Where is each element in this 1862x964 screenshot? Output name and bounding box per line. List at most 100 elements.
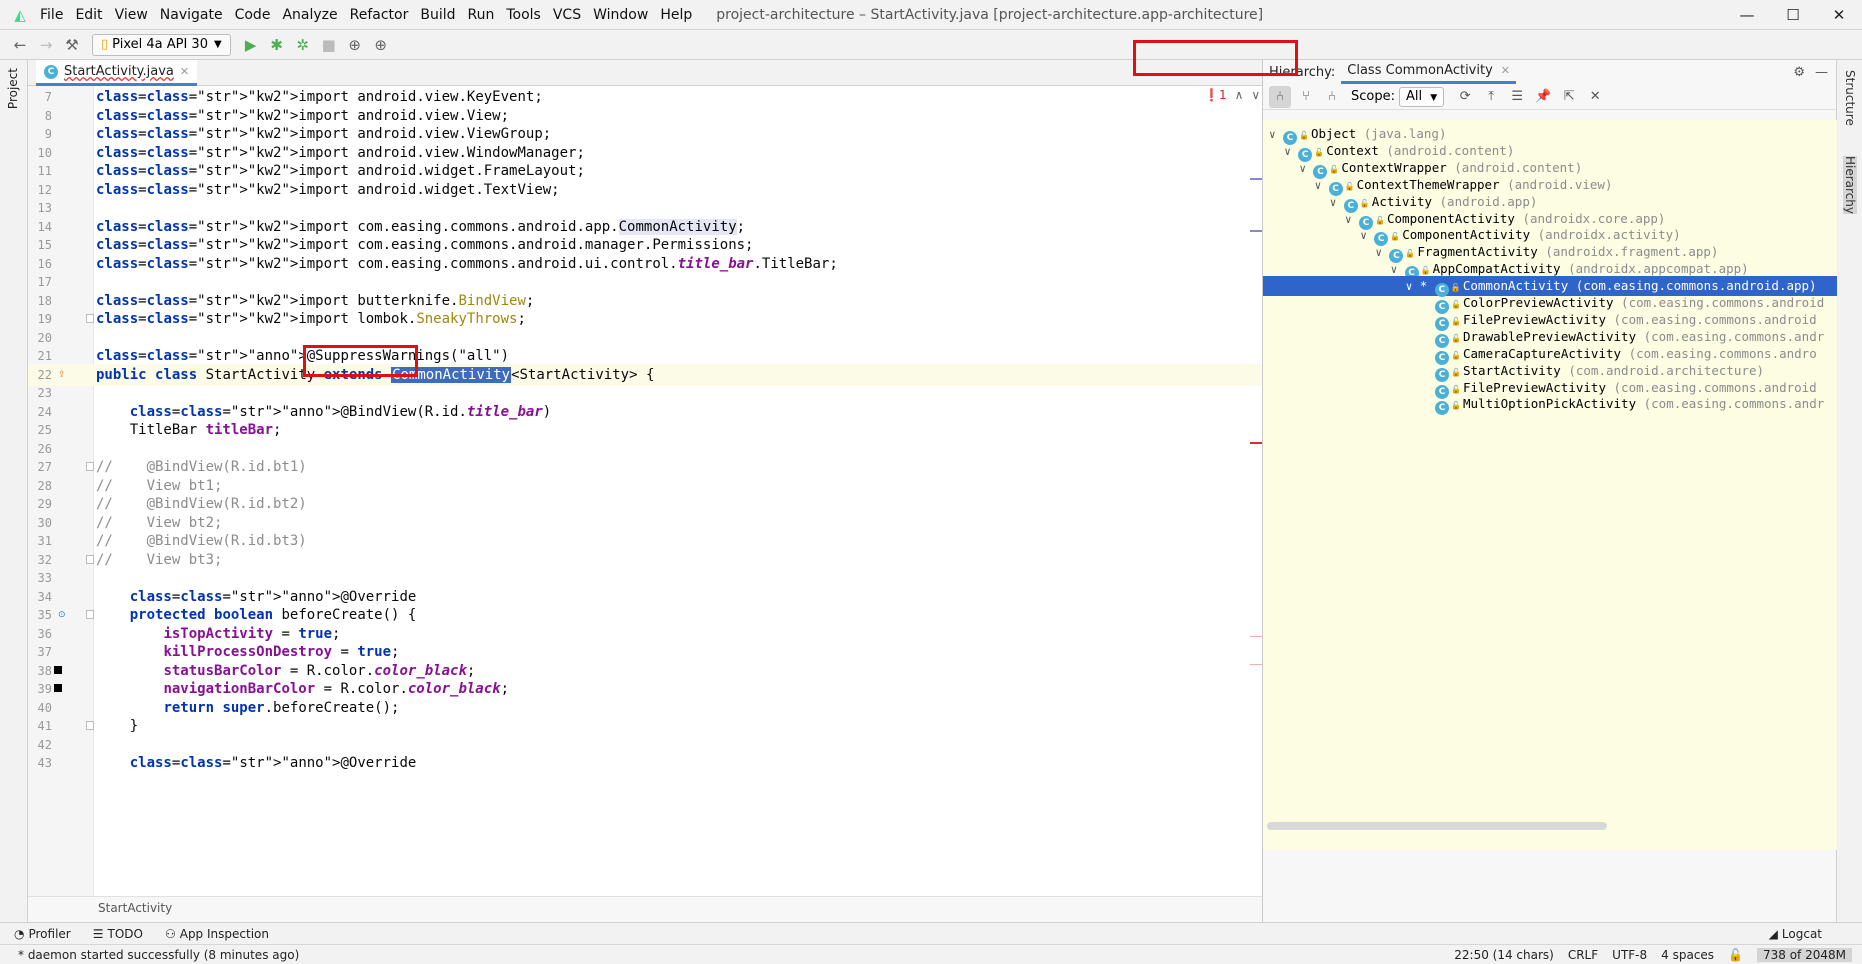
profile-icon[interactable]: ✲ (291, 33, 315, 57)
class-name: ContextThemeWrapper (1356, 176, 1508, 192)
stop-icon[interactable]: ■ (317, 33, 341, 57)
editor-tab-bar: C StartActivity.java ✕ (28, 60, 1262, 86)
menu-file[interactable]: File (34, 0, 69, 30)
close-window-icon[interactable]: ✕ (1816, 0, 1862, 30)
menu-build[interactable]: Build (414, 0, 461, 30)
scroll-to-source-icon[interactable]: ⤒ (1480, 86, 1502, 108)
hierarchy-panel: Hierarchy: Class CommonActivity ✕ ⚙ — ⑃ … (1262, 60, 1837, 922)
chevron-down-icon: ▼ (1430, 92, 1438, 103)
code-line[interactable]: 43 class=class="str">"anno">@Override (28, 752, 1262, 774)
menu-analyze[interactable]: Analyze (276, 0, 343, 30)
bottom-tool-bar: ◔ Profiler ☰ TODO ⚇ App Inspection ◢ Logcat (0, 922, 1862, 944)
menu-view[interactable]: View (109, 0, 154, 30)
close-icon[interactable]: ✕ (1584, 86, 1606, 108)
tab-label: StartActivity.java (64, 64, 174, 79)
class-icon: C (1435, 401, 1449, 416)
scroll-marker[interactable] (1250, 664, 1262, 665)
code-text: class=class="str">"anno">@Override (129, 755, 417, 771)
profiler-button[interactable]: ◔ Profiler (14, 927, 71, 941)
close-tab-icon[interactable]: ✕ (180, 65, 189, 78)
tab-class-commonactivity[interactable]: Class CommonActivity ✕ (1341, 60, 1517, 84)
file-encoding[interactable]: UTF-8 (1612, 948, 1647, 962)
override-gutter-icon[interactable]: ⊙ (58, 610, 68, 620)
run-icon[interactable]: ▶ (239, 33, 263, 57)
highlight-box-hierarchy-tab (1133, 40, 1298, 76)
structure-tool-tab[interactable]: Structure (1843, 70, 1857, 126)
menu-help[interactable]: Help (654, 0, 698, 30)
scroll-marker[interactable] (1250, 230, 1262, 232)
refresh-icon[interactable]: ⟳ (1454, 86, 1476, 108)
supertypes-icon[interactable]: ⑂ (1295, 86, 1317, 108)
status-message[interactable]: * daemon started successfully (8 minutes… (18, 948, 299, 962)
debug-icon[interactable]: ✱ (265, 33, 289, 57)
back-arrow-icon[interactable]: ← (8, 33, 32, 57)
gear-icon[interactable]: ⚙ (1793, 65, 1805, 80)
code-editor[interactable]: 7 class=class="str">"kw2">import android.… (28, 86, 1262, 896)
caret-position[interactable]: 22:50 (14 chars) (1454, 948, 1554, 962)
minimize-icon[interactable]: — (1724, 0, 1770, 30)
menu-refactor[interactable]: Refactor (344, 0, 415, 30)
error-icon: ❗1 (1204, 88, 1227, 102)
todo-button[interactable]: ☰ TODO (93, 927, 143, 941)
menu-window[interactable]: Window (587, 0, 654, 30)
avd-manager-icon[interactable]: ⊕ (369, 33, 393, 57)
inspection-indicator[interactable]: ❗1 ∧ ∨ (1204, 88, 1260, 102)
package-name: (androidx.fragment.app) (1545, 244, 1719, 260)
menu-vcs[interactable]: VCS (547, 0, 587, 30)
line-separator[interactable]: CRLF (1568, 948, 1598, 962)
breadcrumb-class[interactable]: StartActivity (98, 901, 172, 915)
menu-code[interactable]: Code (229, 0, 277, 30)
scope-select[interactable]: All ▼ (1398, 86, 1445, 107)
fold-marker-icon[interactable] (86, 314, 94, 323)
hide-panel-icon[interactable]: — (1815, 65, 1828, 80)
scroll-marker[interactable] (1250, 442, 1262, 444)
export-icon[interactable]: ⇱ (1558, 86, 1580, 108)
close-tab-icon[interactable]: ✕ (1501, 64, 1510, 77)
package-name: (android.view) (1507, 176, 1613, 192)
class-name: MultiOptionPickActivity (1463, 396, 1644, 412)
color-swatch-icon[interactable] (54, 684, 62, 692)
device-icon: ▯ (101, 37, 109, 52)
menu-tools[interactable]: Tools (500, 0, 547, 30)
tree-item[interactable]: C 🔓 MultiOptionPickActivity (com.easing.co… (1263, 394, 1837, 416)
color-swatch-icon[interactable] (54, 665, 62, 674)
fold-marker-icon[interactable] (86, 554, 94, 564)
memory-indicator[interactable]: 738 of 2048M (1757, 947, 1852, 962)
prev-highlight-icon[interactable]: ∧ (1235, 88, 1244, 102)
forward-arrow-icon[interactable]: → (34, 33, 58, 57)
type-hierarchy-icon[interactable]: ⑃ (1269, 85, 1291, 108)
fold-marker-icon[interactable] (86, 721, 94, 730)
class-name: AppCompatActivity (1432, 261, 1569, 277)
lock-icon[interactable]: 🔓 (1728, 948, 1743, 962)
package-name: (androidx.core.app) (1522, 210, 1666, 226)
make-module-icon[interactable]: ⚒ (60, 33, 84, 57)
next-highlight-icon[interactable]: ∨ (1251, 88, 1260, 102)
hierarchy-tool-tab[interactable]: Hierarchy (1843, 156, 1857, 215)
project-tool-tab[interactable]: Project (6, 68, 20, 109)
subtypes-icon[interactable]: ⑃ (1321, 86, 1343, 108)
hierarchy-horizontal-scrollbar[interactable] (1267, 822, 1607, 830)
inheritance-gutter-icon[interactable]: ⇪ (58, 370, 68, 380)
profiler-icon: ◔ (14, 926, 25, 941)
app-inspection-label: App Inspection (179, 926, 269, 941)
menu-edit[interactable]: Edit (69, 0, 108, 30)
fold-marker-icon[interactable] (86, 610, 94, 619)
collapse-all-icon[interactable]: ☰ (1506, 86, 1528, 108)
maximize-icon[interactable]: ☐ (1770, 0, 1816, 30)
class-name: CommonActivity (1462, 278, 1576, 294)
fold-marker-icon[interactable] (86, 462, 94, 471)
app-inspection-button[interactable]: ⚇ App Inspection (165, 927, 269, 941)
scroll-marker[interactable] (1250, 636, 1262, 637)
logcat-button[interactable]: ◢ Logcat (1769, 927, 1822, 941)
device-selector[interactable]: ▯ Pixel 4a API 30 ▼ (92, 33, 231, 56)
scroll-marker[interactable] (1250, 178, 1262, 180)
device-label: Pixel 4a API 30 (112, 37, 208, 52)
hierarchy-tree[interactable]: ∨ C 🔓 Object (java.lang) ∨ C 🔓 Context (android… (1263, 120, 1837, 850)
menu-navigate[interactable]: Navigate (154, 0, 229, 30)
menu-run[interactable]: Run (462, 0, 501, 30)
sync-icon[interactable]: ⊕ (343, 33, 367, 57)
indent-setting[interactable]: 4 spaces (1661, 948, 1714, 962)
pin-icon[interactable]: 📌 (1532, 86, 1554, 108)
class-name: Activity (1371, 193, 1440, 209)
tab-startactivity-java[interactable]: C StartActivity.java ✕ (36, 60, 198, 86)
